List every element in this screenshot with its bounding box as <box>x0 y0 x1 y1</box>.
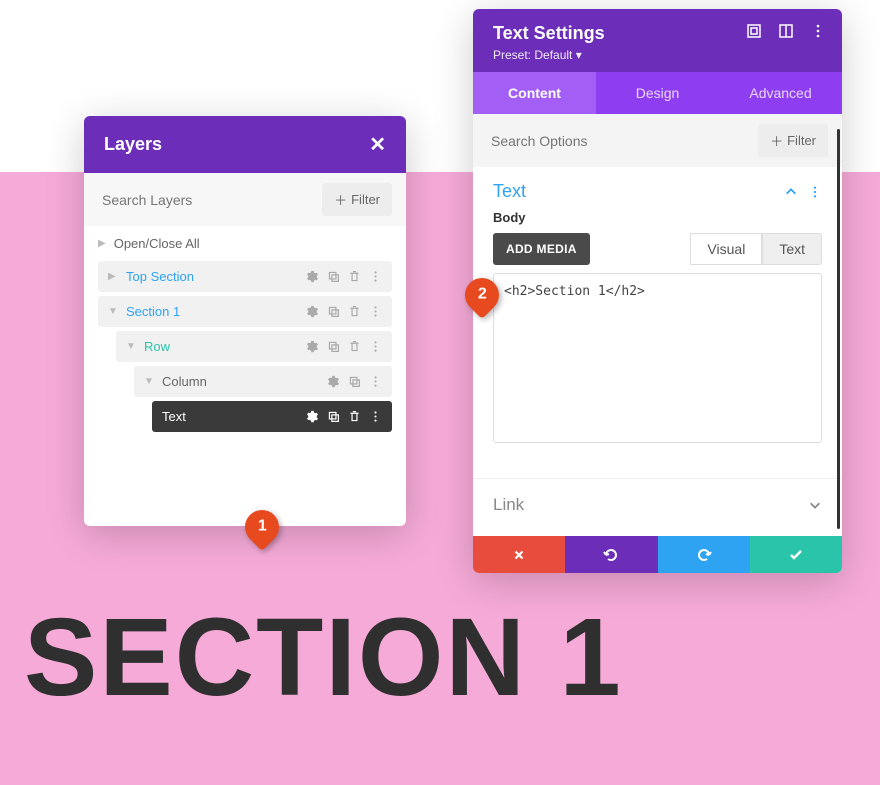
section-heading: SECTION 1 <box>24 594 623 721</box>
body-textarea[interactable] <box>493 273 822 443</box>
gear-icon[interactable] <box>306 305 319 318</box>
settings-panel: Text Settings Preset: Default ▾ Content … <box>473 9 842 573</box>
layer-item-top-section[interactable]: ▶ Top Section <box>98 261 392 292</box>
caret-down-icon: ▼ <box>126 341 136 352</box>
dots-icon[interactable] <box>369 375 382 388</box>
text-section-title: Text <box>493 181 526 202</box>
open-close-all[interactable]: ▶ Open/Close All <box>84 226 406 261</box>
layers-filter-button[interactable]: ＋Filter <box>322 183 392 216</box>
text-section-header[interactable]: Text <box>473 167 842 210</box>
redo-icon <box>696 547 712 563</box>
layer-item-section-1[interactable]: ▼ Section 1 <box>98 296 392 327</box>
trash-icon[interactable] <box>348 410 361 423</box>
tab-advanced[interactable]: Advanced <box>719 72 842 114</box>
body-label: Body <box>473 210 842 225</box>
editor-toolbar: ADD MEDIA Visual Text <box>493 233 822 265</box>
dots-icon[interactable] <box>810 23 826 39</box>
settings-search-row: ＋Filter <box>473 114 842 167</box>
settings-filter-button[interactable]: ＋Filter <box>758 124 828 157</box>
dots-icon[interactable] <box>369 410 382 423</box>
settings-tabs: Content Design Advanced <box>473 72 842 114</box>
link-section-header[interactable]: Link <box>473 478 842 531</box>
check-icon <box>788 547 804 563</box>
open-close-label: Open/Close All <box>114 236 200 251</box>
duplicate-icon[interactable] <box>327 410 340 423</box>
redo-button[interactable] <box>658 536 750 573</box>
layer-item-row[interactable]: ▼ Row <box>116 331 392 362</box>
undo-icon <box>603 547 619 563</box>
settings-footer <box>473 536 842 573</box>
layers-panel-title: Layers <box>104 134 162 155</box>
settings-search-input[interactable] <box>487 127 750 155</box>
gear-icon[interactable] <box>327 375 340 388</box>
editor-tab-text[interactable]: Text <box>762 233 822 265</box>
tab-design[interactable]: Design <box>596 72 719 114</box>
layer-item-column[interactable]: ▼ Column <box>134 366 392 397</box>
duplicate-icon[interactable] <box>327 305 340 318</box>
scrollbar[interactable] <box>837 129 840 529</box>
layer-actions <box>306 305 382 318</box>
dots-icon[interactable] <box>369 305 382 318</box>
layer-actions <box>306 340 382 353</box>
close-icon[interactable]: ✕ <box>369 132 386 157</box>
layer-actions <box>327 375 382 388</box>
gear-icon[interactable] <box>306 340 319 353</box>
layer-label: Section 1 <box>126 304 306 319</box>
preset-selector[interactable]: Preset: Default ▾ <box>493 48 822 62</box>
duplicate-icon[interactable] <box>348 375 361 388</box>
trash-icon[interactable] <box>348 305 361 318</box>
layers-panel-header: Layers ✕ <box>84 116 406 173</box>
layer-list: ▶ Top Section ▼ Section 1 ▼ Row <box>84 261 406 432</box>
dots-icon[interactable] <box>369 340 382 353</box>
link-section-title: Link <box>493 495 524 515</box>
dots-icon[interactable] <box>808 185 822 199</box>
layer-label: Text <box>162 409 306 424</box>
layer-item-text-active[interactable]: Text <box>152 401 392 432</box>
panel-icon[interactable] <box>778 23 794 39</box>
chevron-down-icon <box>808 498 822 512</box>
layer-actions <box>306 270 382 283</box>
chevron-up-icon[interactable] <box>784 185 798 199</box>
dots-icon[interactable] <box>369 270 382 283</box>
x-icon <box>512 548 526 562</box>
cancel-button[interactable] <box>473 536 565 573</box>
gear-icon[interactable] <box>306 410 319 423</box>
caret-right-icon: ▶ <box>98 238 106 249</box>
expand-icon[interactable] <box>746 23 762 39</box>
layers-search-row: ＋Filter <box>84 173 406 226</box>
layer-label: Row <box>144 339 306 354</box>
layers-search-input[interactable] <box>98 186 314 214</box>
duplicate-icon[interactable] <box>327 270 340 283</box>
layer-actions <box>306 410 382 423</box>
undo-button[interactable] <box>565 536 657 573</box>
trash-icon[interactable] <box>348 340 361 353</box>
gear-icon[interactable] <box>306 270 319 283</box>
tab-content[interactable]: Content <box>473 72 596 114</box>
layer-label: Top Section <box>126 269 306 284</box>
caret-down-icon: ▼ <box>108 306 118 317</box>
caret-down-icon: ▼ <box>144 376 154 387</box>
settings-panel-header: Text Settings Preset: Default ▾ <box>473 9 842 72</box>
trash-icon[interactable] <box>348 270 361 283</box>
layers-panel: Layers ✕ ＋Filter ▶ Open/Close All ▶ Top … <box>84 116 406 526</box>
editor-tab-visual[interactable]: Visual <box>690 233 762 265</box>
layer-label: Column <box>162 374 327 389</box>
save-button[interactable] <box>750 536 842 573</box>
caret-right-icon: ▶ <box>108 271 118 282</box>
add-media-button[interactable]: ADD MEDIA <box>493 233 590 265</box>
duplicate-icon[interactable] <box>327 340 340 353</box>
editor: ADD MEDIA Visual Text <box>493 233 822 448</box>
chevron-down-icon: ▾ <box>576 48 582 62</box>
